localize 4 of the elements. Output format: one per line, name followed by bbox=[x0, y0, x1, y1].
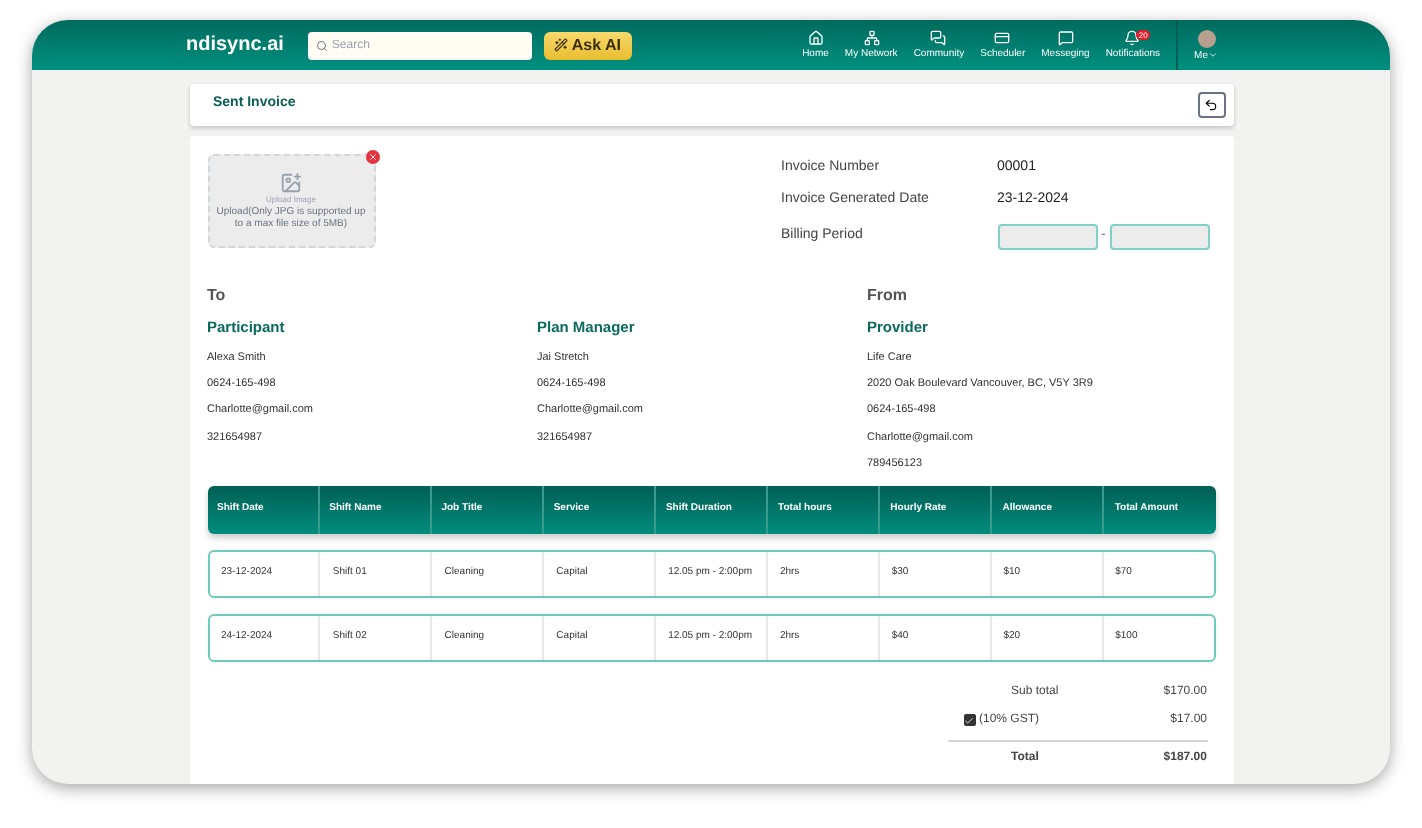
logo[interactable]: ndisync.ai bbox=[186, 30, 284, 60]
section-heading: To bbox=[207, 284, 228, 306]
section-heading: From bbox=[867, 284, 909, 306]
ask-ai-button[interactable]: Ask AI bbox=[543, 31, 632, 59]
